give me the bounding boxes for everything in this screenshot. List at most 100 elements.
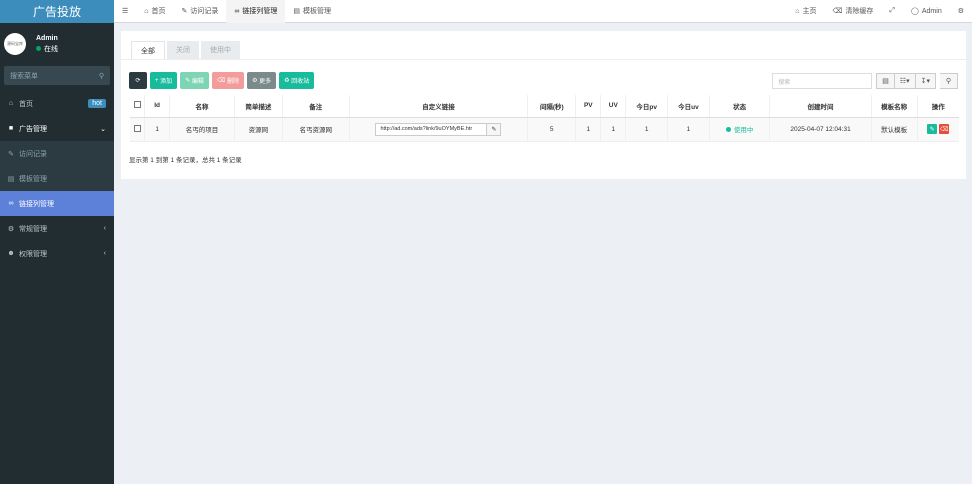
tab-visit-log[interactable]: ✎ 访问记录 <box>174 0 227 23</box>
app-logo[interactable]: 广告投放 <box>0 0 114 23</box>
sidebar: 广告投放 源码宝库 Admin 在线 搜索菜单 ⚲ ⌂ 首页 hot ■ 广告管… <box>0 0 114 484</box>
columns-dropdown-button[interactable]: ☷▾ <box>894 73 916 89</box>
cogs-icon: ⚙ <box>7 225 15 233</box>
more-button[interactable]: ⚙ 更多 <box>247 72 277 89</box>
col-today-pv[interactable]: 今日pv <box>625 95 668 118</box>
hot-badge: hot <box>88 99 106 108</box>
cell-id: 1 <box>144 117 170 142</box>
sidebar-item-home[interactable]: ⌂ 首页 hot <box>0 91 114 116</box>
col-template[interactable]: 模板名称 <box>870 95 918 118</box>
recycle-bin-button[interactable]: ♻ 回收站 <box>279 72 315 89</box>
search-button[interactable]: ⚲ <box>940 73 958 89</box>
user-panel: 源码宝库 Admin 在线 <box>0 26 114 62</box>
avatar: 源码宝库 <box>4 33 26 55</box>
menu-search-input[interactable]: 搜索菜单 ⚲ <box>4 66 110 85</box>
sidebar-menu: ⌂ 首页 hot ■ 广告管理 ⌄ ✎ 访问记录 ▤ 模板管理 ∞ 链接列管理 … <box>0 91 114 266</box>
ad-icon: ■ <box>8 125 14 132</box>
user-avatar-icon: ◯ <box>911 8 919 15</box>
cell-interval: 5 <box>527 117 576 142</box>
col-created[interactable]: 创建时间 <box>769 95 872 118</box>
cell-template: 默认模板 <box>870 117 918 142</box>
edit-button[interactable]: ✎ 编辑 <box>180 72 209 89</box>
right-toolbar: 搜索 ▤ ☷▾ ↧▾ ⚲ <box>772 73 958 89</box>
row-delete-button[interactable]: ⌫ <box>939 124 950 134</box>
col-id[interactable]: Id <box>144 95 170 118</box>
edit-icon: ✎ <box>181 8 188 15</box>
refresh-button[interactable]: ⟳ <box>129 72 147 89</box>
col-pv[interactable]: PV <box>575 95 601 118</box>
home-icon: ⌂ <box>8 100 14 107</box>
sidebar-item-template[interactable]: ▤ 模板管理 <box>0 166 114 191</box>
table-header-row: Id 名称 简单描述 备注 自定义链接 间隔(秒) PV UV 今日pv 今日u… <box>130 95 959 118</box>
sidebar-item-permission[interactable]: ☻ 权限管理 ‹ <box>0 241 114 266</box>
data-table: Id 名称 简单描述 备注 自定义链接 间隔(秒) PV UV 今日pv 今日u… <box>130 95 959 142</box>
pencil-icon: ✎ <box>185 78 192 84</box>
select-all-checkbox[interactable] <box>133 101 141 109</box>
user-status: 在线 <box>36 44 58 54</box>
home-icon: ⌂ <box>795 7 800 15</box>
tab-template[interactable]: ▤ 模板管理 <box>285 0 339 23</box>
pagination-info: 显示第 1 到第 1 条记录，总共 1 条记录 <box>129 157 242 164</box>
col-name[interactable]: 名称 <box>169 95 235 118</box>
sidebar-item-visit-log[interactable]: ✎ 访问记录 <box>0 141 114 166</box>
status-badge[interactable]: 使用中 <box>725 124 753 134</box>
chevron-left-icon: ‹ <box>103 250 106 257</box>
edit-icon: ✎ <box>8 150 14 158</box>
tab-home[interactable]: ⌂ 首页 <box>136 0 173 23</box>
col-link[interactable]: 自定义链接 <box>348 95 528 118</box>
cell-today-pv: 1 <box>625 117 668 142</box>
online-dot-icon <box>36 46 41 51</box>
status-tabs: 全部 关闭 使用中 <box>131 41 242 59</box>
table-search-input[interactable]: 搜索 <box>772 73 873 89</box>
chevron-left-icon: ‹ <box>103 225 106 232</box>
col-status[interactable]: 状态 <box>708 95 770 118</box>
trash-icon: ⌫ <box>940 126 949 133</box>
cell-uv: 1 <box>600 117 626 142</box>
link-field: http://ad.com/ads?link/9uOYMyBE.htr ✎ <box>375 122 502 136</box>
sidebar-item-link-management[interactable]: ∞ 链接列管理 <box>0 191 114 216</box>
col-uv[interactable]: UV <box>600 95 626 118</box>
export-dropdown-button[interactable]: ↧▾ <box>915 73 936 89</box>
add-button[interactable]: + 添加 <box>150 72 178 89</box>
home-icon: ⌂ <box>144 7 149 15</box>
trash-icon: ⌫ <box>832 8 843 15</box>
link-icon: ✎ <box>491 126 497 133</box>
cell-remark: 名丐资源网 <box>281 117 350 142</box>
link-icon: ∞ <box>234 7 240 15</box>
grid-icon: ☷▾ <box>899 78 910 85</box>
row-checkbox[interactable] <box>133 124 141 132</box>
search-icon: ⚲ <box>98 72 104 80</box>
link-input[interactable]: http://ad.com/ads?link/9uOYMyBE.htr <box>375 122 488 136</box>
template-icon: ▤ <box>293 8 301 15</box>
cell-today-uv: 1 <box>667 117 710 142</box>
status-dot-icon <box>725 126 731 132</box>
copy-link-button[interactable]: ✎ <box>487 122 502 136</box>
pencil-icon: ✎ <box>929 126 935 133</box>
homepage-link[interactable]: ⌂ 主页 <box>787 0 824 23</box>
settings-button[interactable]: ⚙ <box>950 0 972 23</box>
recycle-icon: ♻ <box>284 78 292 84</box>
chevron-down-icon: ⌄ <box>100 125 106 133</box>
row-edit-button[interactable]: ✎ <box>927 124 938 134</box>
main-panel: 全部 关闭 使用中 ⟳ + 添加 ✎ 编辑 ⌫ 删除 ⚙ 更多 ♻ 回收站 搜索… <box>121 31 966 179</box>
tab-closed[interactable]: 关闭 <box>167 41 199 59</box>
sidebar-toggle-button[interactable]: ☰ <box>114 0 136 23</box>
tab-in-use[interactable]: 使用中 <box>201 41 240 59</box>
sidebar-item-general[interactable]: ⚙ 常规管理 ‹ <box>0 216 114 241</box>
delete-button[interactable]: ⌫ 删除 <box>211 72 245 89</box>
sidebar-item-ad-management[interactable]: ■ 广告管理 ⌄ <box>0 116 114 141</box>
tab-all[interactable]: 全部 <box>131 41 165 59</box>
user-menu[interactable]: ◯ Admin <box>903 0 950 23</box>
clear-cache-button[interactable]: ⌫ 清除缓存 <box>825 0 882 23</box>
refresh-icon: ⟳ <box>135 78 141 84</box>
col-desc[interactable]: 简单描述 <box>233 95 283 118</box>
fullscreen-button[interactable]: ⤢ <box>881 0 903 23</box>
col-remark[interactable]: 备注 <box>281 95 350 118</box>
col-interval[interactable]: 间隔(秒) <box>527 95 576 118</box>
table-row[interactable]: 1 名丐的项目 资源网 名丐资源网 http://ad.com/ads?link… <box>130 117 959 142</box>
col-today-uv[interactable]: 今日uv <box>667 95 710 118</box>
link-icon: ∞ <box>8 200 14 207</box>
tab-link-management[interactable]: ∞ 链接列管理 <box>226 0 286 23</box>
toggle-view-button[interactable]: ▤ <box>876 73 895 89</box>
fullscreen-icon: ⤢ <box>889 7 896 14</box>
